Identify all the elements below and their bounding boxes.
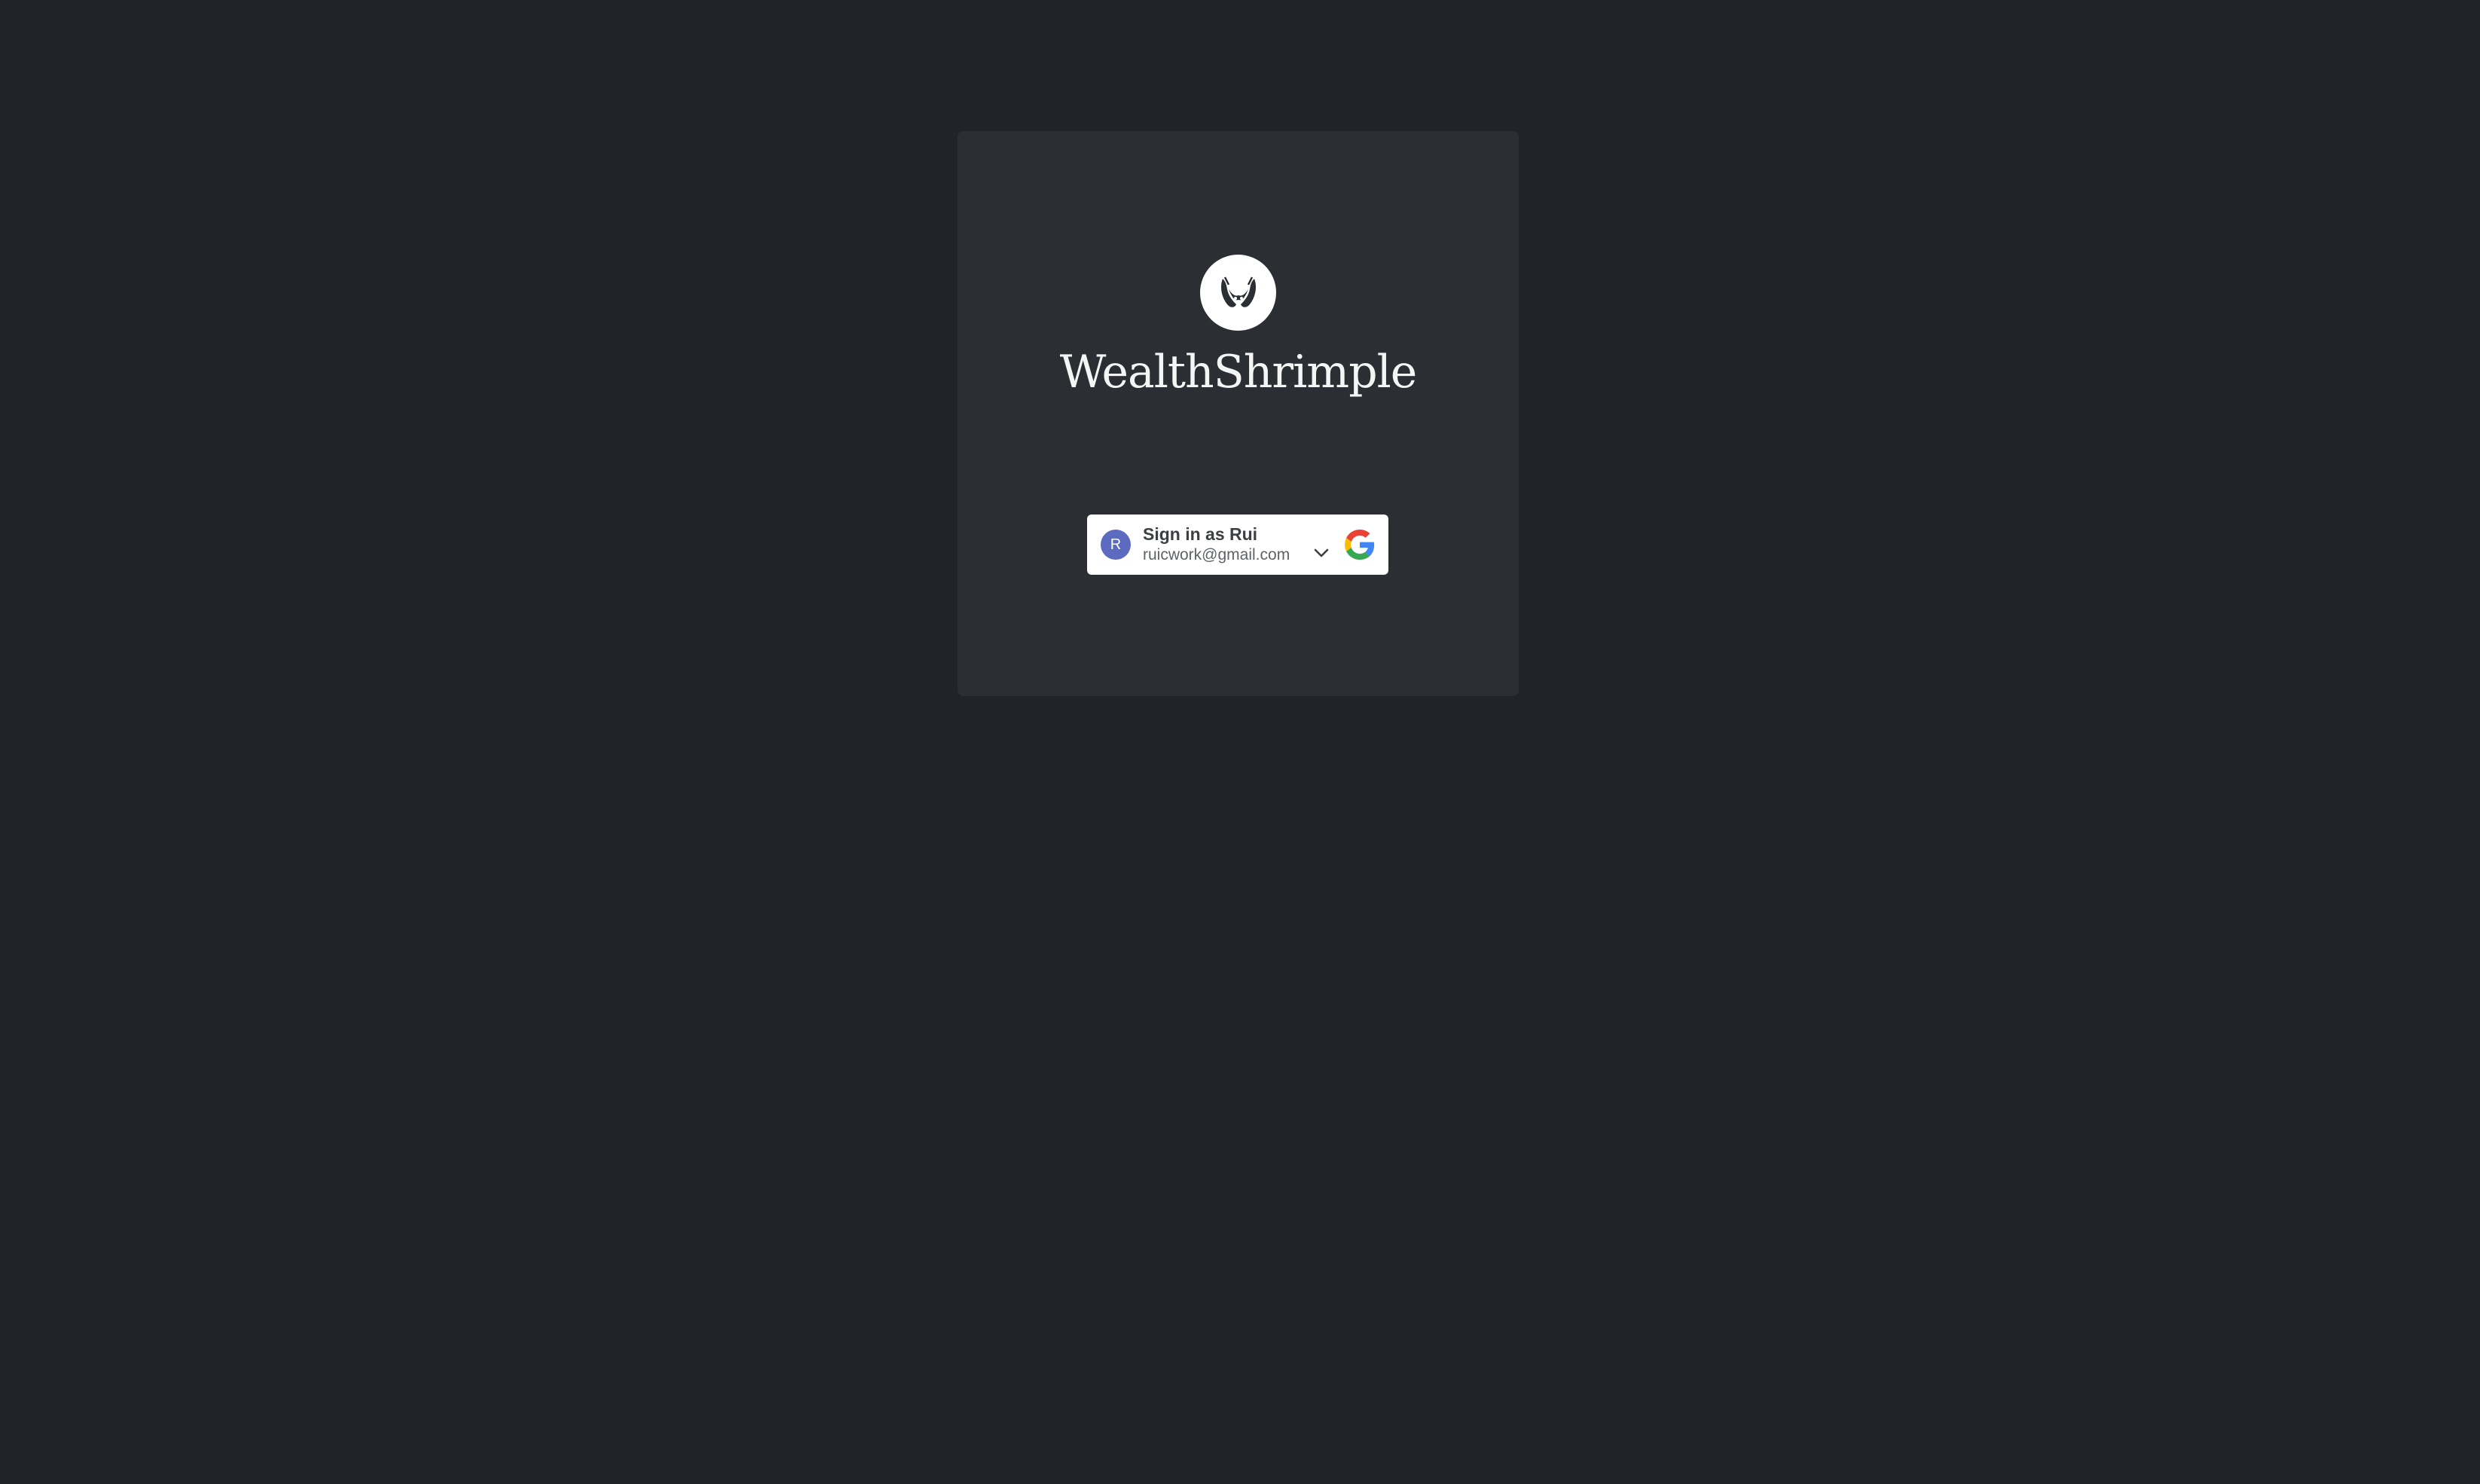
shrimp-logo-icon: [1200, 255, 1276, 331]
avatar: R: [1101, 530, 1131, 560]
signin-title: Sign in as Rui: [1143, 524, 1258, 544]
signin-email: ruicwork@gmail.com: [1143, 546, 1290, 563]
login-card: WealthShrimple R Sign in as Rui ruicwork…: [957, 131, 1519, 696]
google-signin-button[interactable]: R Sign in as Rui ruicwork@gmail.com: [1087, 515, 1388, 575]
chevron-down-icon[interactable]: [1313, 547, 1330, 559]
google-g-icon: [1345, 530, 1375, 560]
brand-name: WealthShrimple: [1059, 346, 1418, 398]
